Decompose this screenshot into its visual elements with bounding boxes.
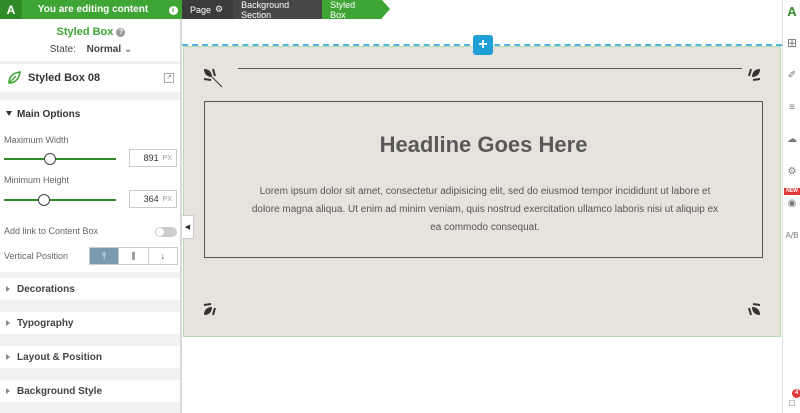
- min-height-slider[interactable]: [4, 199, 116, 201]
- panel-title: Styled Box ?: [0, 26, 182, 38]
- settings-icon[interactable]: ⚙: [785, 164, 799, 178]
- collapse-panel-button[interactable]: ◀: [182, 215, 194, 239]
- headline-text[interactable]: Headline Goes Here: [204, 132, 763, 158]
- typography-section[interactable]: Typography: [0, 312, 180, 334]
- max-width-input[interactable]: 891 PX: [129, 149, 177, 167]
- max-width-slider[interactable]: [4, 158, 116, 160]
- state-selector[interactable]: State: Normal ⌄: [0, 44, 182, 55]
- chevron-down-icon: ⌄: [123, 44, 133, 55]
- main-options-header[interactable]: Main Options: [6, 109, 80, 120]
- background-section[interactable]: Headline Goes Here Lorem ipsum dolor sit…: [183, 46, 781, 337]
- right-toolbar: A ⊞ ✐ ≡ ☁ ⚙ NEW ◉ A/B □ 4: [782, 0, 800, 413]
- breadcrumb: Page ⚙ Background Section Styled Box: [182, 0, 390, 20]
- min-height-label: Minimum Height: [4, 175, 70, 185]
- align-middle-icon[interactable]: ⫼: [118, 248, 148, 264]
- link-content-box-toggle[interactable]: [155, 227, 177, 237]
- info-icon[interactable]: i: [164, 4, 182, 15]
- notifications-icon[interactable]: □: [785, 396, 799, 410]
- breadcrumb-styled-box[interactable]: Styled Box: [322, 0, 390, 20]
- body-text[interactable]: Lorem ipsum dolor sit amet, consectetur …: [246, 183, 724, 237]
- help-icon[interactable]: ?: [116, 28, 126, 37]
- element-row: Styled Box 08 ↗: [0, 64, 182, 92]
- state-label: State:: [49, 44, 76, 55]
- caret-down-icon: [6, 111, 12, 116]
- caret-right-icon: [6, 354, 10, 360]
- caret-right-icon: [6, 388, 10, 394]
- vertical-position-control[interactable]: ⤒ ⫼ ↓: [89, 247, 178, 265]
- frame-top-line: [238, 68, 742, 69]
- leaf-ornament-icon: [748, 303, 761, 316]
- min-height-slider-handle[interactable]: [38, 194, 50, 206]
- app-logo-icon[interactable]: A: [0, 0, 22, 19]
- align-top-icon[interactable]: ⤒: [90, 248, 119, 264]
- sliders-icon[interactable]: ≡: [785, 100, 799, 114]
- empty-canvas-area: [182, 337, 782, 413]
- notification-count-badge: 4: [792, 389, 800, 398]
- align-bottom-icon[interactable]: ↓: [147, 248, 177, 264]
- leaf-ornament-icon: [748, 68, 761, 81]
- editing-message: You are editing content: [37, 4, 149, 15]
- decorations-section[interactable]: Decorations: [0, 278, 180, 300]
- vertical-position-label: Vertical Position: [4, 251, 69, 261]
- leaf-ornament-icon: [203, 68, 223, 88]
- panel-header: Styled Box ? State: Normal ⌄: [0, 19, 182, 61]
- max-width-label: Maximum Width: [4, 135, 69, 145]
- max-width-slider-handle[interactable]: [44, 153, 56, 165]
- editor-canvas: Headline Goes Here Lorem ipsum dolor sit…: [182, 19, 782, 413]
- gear-icon[interactable]: ⚙: [215, 4, 223, 15]
- caret-right-icon: [6, 320, 10, 326]
- brush-icon[interactable]: ✐: [785, 68, 799, 82]
- ab-test-icon[interactable]: A/B: [785, 228, 799, 242]
- leaf-ornament-icon: [203, 303, 216, 316]
- external-link-icon[interactable]: ↗: [164, 73, 174, 83]
- background-style-section[interactable]: Background Style: [0, 380, 180, 402]
- cloud-icon[interactable]: ☁: [785, 132, 799, 146]
- layout-position-section[interactable]: Layout & Position: [0, 346, 180, 368]
- breadcrumb-page[interactable]: Page ⚙: [182, 0, 234, 19]
- caret-right-icon: [6, 286, 10, 292]
- element-name: Styled Box 08: [28, 72, 101, 84]
- link-content-box-label: Add link to Content Box: [4, 226, 99, 236]
- add-icon[interactable]: ⊞: [785, 36, 799, 50]
- min-height-input[interactable]: 364 PX: [129, 190, 177, 208]
- editing-topbar: A You are editing content i: [0, 0, 182, 19]
- brand-logo-icon[interactable]: A: [785, 4, 799, 19]
- breadcrumb-background-section[interactable]: Background Section: [233, 0, 323, 20]
- wordpress-icon[interactable]: ◉: [785, 196, 799, 210]
- new-badge: NEW: [784, 188, 800, 195]
- main-options-section: Main Options Maximum Width 891 PX Minimum…: [0, 100, 180, 272]
- state-value: Normal: [86, 44, 122, 55]
- add-element-button[interactable]: +: [473, 35, 493, 55]
- left-panel: A You are editing content i Styled Box ?…: [0, 0, 182, 413]
- leaf-icon: [8, 71, 21, 84]
